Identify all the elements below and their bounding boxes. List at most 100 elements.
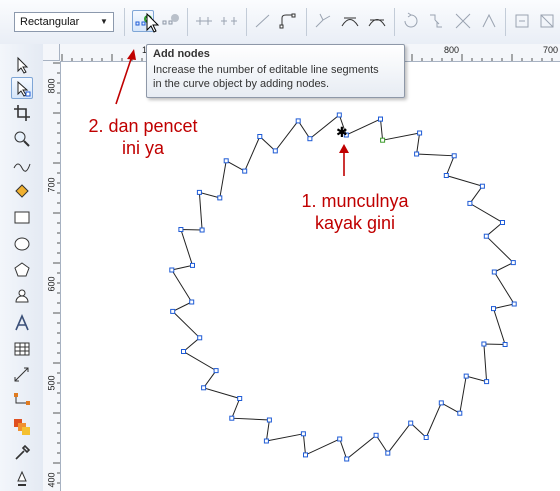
curve-node[interactable] — [417, 130, 423, 136]
curve-node[interactable] — [272, 148, 278, 154]
join-nodes-button[interactable] — [193, 10, 215, 32]
toolbar-separator — [394, 8, 395, 36]
polygon-tool[interactable] — [11, 259, 33, 281]
curve-node[interactable] — [266, 417, 272, 423]
curve-node[interactable] — [229, 415, 235, 421]
curve-node[interactable] — [408, 420, 414, 426]
curve-node[interactable] — [373, 432, 379, 438]
curve-node[interactable] — [307, 136, 313, 142]
curve-node[interactable] — [300, 431, 306, 437]
curve-node[interactable] — [491, 269, 497, 275]
zoom-tool[interactable] — [11, 128, 33, 150]
shape-tool[interactable] — [11, 77, 33, 99]
curve-node[interactable] — [197, 335, 203, 341]
eyedropper-tool[interactable] — [11, 442, 33, 464]
extract-subpath-button[interactable] — [452, 10, 474, 32]
basic-shapes-tool[interactable] — [11, 285, 33, 307]
curve-node[interactable] — [479, 183, 485, 189]
curve-node[interactable] — [463, 373, 469, 379]
vertical-ruler[interactable]: 800 700 600 500 400 — [43, 61, 61, 491]
curve-node[interactable] — [337, 436, 343, 442]
selection-mode-dropdown[interactable]: Rectangular ▼ — [14, 12, 114, 32]
rectangle-tool[interactable] — [11, 207, 33, 229]
curve-node[interactable] — [178, 227, 184, 232]
curve-node[interactable] — [217, 195, 223, 201]
curve-node[interactable] — [483, 233, 489, 239]
reverse-direction-button[interactable] — [400, 10, 422, 32]
curve-node[interactable] — [467, 200, 473, 206]
text-tool[interactable] — [11, 312, 33, 334]
outline-tool[interactable] — [11, 468, 33, 490]
curve-node[interactable] — [295, 118, 301, 124]
stretch-nodes-button[interactable] — [478, 10, 500, 32]
curve-node[interactable] — [451, 153, 457, 159]
annotation-step-1: 1. munculnya kayak gini — [285, 190, 425, 234]
curve-node[interactable] — [457, 410, 463, 416]
delete-nodes-button[interactable] — [160, 10, 182, 32]
pick-tool[interactable] — [11, 54, 33, 76]
ruler-origin[interactable] — [43, 44, 60, 61]
curve-node[interactable] — [510, 260, 516, 266]
curve-node[interactable] — [443, 173, 449, 178]
curve-node[interactable] — [213, 368, 219, 374]
curve-node[interactable] — [189, 299, 195, 305]
tooltip-body-line: in the curve object by adding nodes. — [153, 78, 330, 90]
to-curve-button[interactable] — [277, 10, 299, 32]
shape-tool-icon — [17, 80, 31, 97]
curve-node[interactable] — [414, 151, 420, 157]
curve-node[interactable] — [169, 267, 175, 273]
add-nodes-icon — [135, 15, 152, 26]
ruler-label: 500 — [46, 375, 57, 391]
curve-node[interactable] — [344, 456, 350, 462]
table-tool[interactable] — [11, 338, 33, 360]
curve-node[interactable] — [385, 450, 391, 456]
curve-node[interactable] — [263, 438, 269, 444]
break-curve-button[interactable] — [218, 10, 240, 32]
curve-node[interactable] — [438, 400, 444, 406]
blend-tool-icon — [14, 419, 30, 435]
curve-node[interactable] — [502, 342, 508, 347]
property-bar: Rectangular ▼ — [0, 0, 560, 45]
add-nodes-button[interactable] — [132, 10, 154, 32]
curve-node[interactable] — [242, 168, 248, 174]
crop-tool[interactable] — [11, 102, 33, 124]
ellipse-tool[interactable] — [11, 233, 33, 255]
break-curve-icon — [221, 17, 237, 25]
curve-node[interactable] — [303, 452, 308, 458]
toolbar-separator — [505, 8, 506, 36]
ruler-label: 400 — [46, 472, 57, 488]
curve-node[interactable] — [199, 227, 205, 233]
symmetrical-node-button[interactable] — [366, 10, 388, 32]
curve-node[interactable] — [237, 396, 243, 401]
curve-node[interactable] — [491, 306, 496, 312]
freehand-tool[interactable] — [11, 154, 33, 176]
blend-tool[interactable] — [11, 416, 33, 438]
curve-node[interactable] — [481, 341, 487, 347]
curve-node[interactable] — [190, 262, 195, 268]
curve-node[interactable] — [380, 137, 386, 143]
cusp-node-button[interactable] — [312, 10, 334, 32]
curve-node[interactable] — [500, 220, 505, 225]
dimension-tool-icon — [14, 367, 29, 382]
smooth-node-button[interactable] — [339, 10, 361, 32]
curve-node[interactable] — [484, 379, 490, 385]
connector-tool[interactable] — [11, 390, 33, 412]
curve-node[interactable] — [181, 349, 186, 354]
to-line-button[interactable] — [252, 10, 274, 32]
curve-node[interactable] — [423, 435, 429, 440]
select-all-nodes-button[interactable] — [536, 10, 558, 32]
curve-node[interactable] — [511, 301, 517, 307]
curve-node[interactable] — [196, 189, 202, 195]
curve-node[interactable] — [378, 116, 383, 122]
ruler-label: 700 — [46, 177, 57, 193]
curve-node[interactable] — [257, 134, 263, 139]
extend-curve-button[interactable] — [425, 10, 447, 32]
dimension-tool[interactable] — [11, 364, 33, 386]
annotation-step-2: 2. dan pencet ini ya — [68, 115, 218, 159]
curve-node[interactable] — [336, 112, 342, 118]
smart-fill-tool[interactable] — [11, 180, 33, 202]
curve-node[interactable] — [201, 385, 207, 391]
curve-node[interactable] — [170, 308, 176, 314]
curve-node[interactable] — [223, 158, 229, 164]
align-nodes-button[interactable] — [511, 10, 533, 32]
